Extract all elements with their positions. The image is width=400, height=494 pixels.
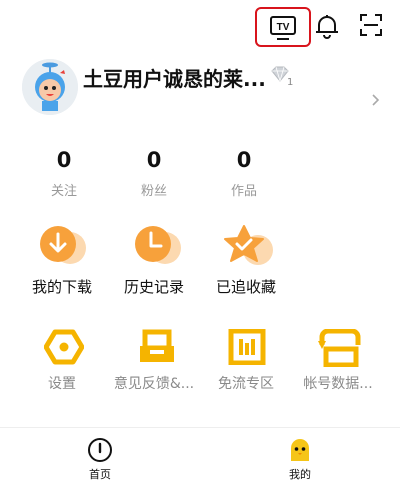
stat-following-count[interactable]: 0 (44, 148, 84, 172)
mine-face-icon[interactable] (287, 437, 313, 467)
free-data-icon[interactable] (227, 328, 267, 369)
account-data-icon[interactable] (318, 328, 362, 371)
gem-count: 1 (287, 77, 294, 88)
username[interactable]: 土豆用户诚恳的莱... (83, 63, 266, 92)
stat-works-count[interactable]: 0 (224, 148, 264, 172)
stat-works-label: 作品 (230, 184, 257, 199)
tool-settings-label[interactable]: 设置 (12, 373, 112, 393)
avatar[interactable] (22, 59, 78, 115)
star-check-icon[interactable] (222, 224, 282, 274)
settings-hexagon-icon[interactable] (43, 329, 85, 369)
tv-text: TV (277, 22, 290, 33)
bottom-nav-divider (0, 427, 400, 428)
quick-action-favorites-label[interactable]: 已追收藏 (196, 276, 296, 297)
home-icon[interactable] (87, 437, 113, 467)
quick-action-history-label[interactable]: 历史记录 (104, 276, 204, 297)
feedback-icon[interactable] (137, 329, 177, 369)
nav-home-label[interactable]: 首页 (80, 466, 120, 482)
history-clock-icon[interactable] (131, 224, 191, 272)
tool-account-data-label[interactable]: 帐号数据... (288, 373, 388, 393)
nav-mine-label[interactable]: 我的 (280, 466, 320, 482)
bell-icon[interactable] (313, 12, 341, 44)
scan-icon[interactable] (359, 13, 383, 41)
stat-fans-label: 粉丝 (140, 184, 167, 199)
chevron-right-icon[interactable] (371, 92, 381, 111)
tool-feedback-label[interactable]: 意见反馈&... (104, 373, 204, 393)
tool-free-data-label[interactable]: 免流专区 (196, 373, 296, 393)
download-icon[interactable] (36, 224, 96, 272)
stat-fans-count[interactable]: 0 (134, 148, 174, 172)
stat-following-label: 关注 (50, 184, 77, 199)
quick-action-download-label[interactable]: 我的下载 (12, 276, 112, 297)
tv-icon[interactable]: TV (269, 15, 297, 45)
